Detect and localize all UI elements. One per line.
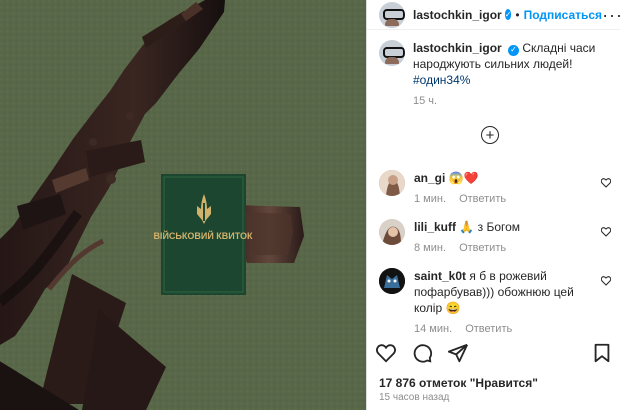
commenter-avatar-art — [379, 268, 405, 294]
comment-body: saint_k0t я б в рожевий пофарбував))) об… — [414, 268, 604, 337]
post-caption: lastochkin_igor ✓ Складні часи народжуют… — [367, 30, 620, 109]
instagram-post: ВІЙСЬКОВИЙ КВИТОК lastochkin_igor ✓ • По… — [0, 0, 620, 410]
caption-hashtag[interactable]: #один34% — [413, 73, 470, 87]
document-icon[interactable]: ВІЙСЬКОВИЙ КВИТОК — [153, 174, 253, 295]
comment-time: 14 мин. — [414, 323, 453, 335]
comment-item: an_gi 😱❤️ 1 мин. Ответить — [379, 170, 611, 207]
bookmark-icon[interactable] — [591, 342, 613, 364]
follow-button[interactable]: Подписаться — [524, 8, 602, 22]
comment-meta: 14 мин. Ответить — [414, 321, 604, 337]
post-photo[interactable]: ВІЙСЬКОВИЙ КВИТОК — [0, 0, 366, 410]
verified-icon: ✓ — [504, 9, 512, 20]
comment-meta: 1 мин. Ответить — [414, 191, 604, 207]
caption-verified-icon: ✓ — [508, 44, 520, 56]
comment-heart-icon[interactable] — [601, 276, 611, 286]
military-id-title: ВІЙСЬКОВИЙ КВИТОК — [153, 230, 253, 241]
heart-icon[interactable] — [375, 342, 397, 364]
share-icon[interactable] — [447, 342, 469, 364]
comment-body: an_gi 😱❤️ 1 мин. Ответить — [414, 170, 604, 207]
plus-circle-icon[interactable]: + — [481, 126, 499, 144]
commenter-avatar[interactable] — [379, 219, 405, 245]
caption-text-block: lastochkin_igor ✓ Складні часи народжуют… — [413, 40, 608, 109]
comment-meta: 8 мин. Ответить — [414, 240, 604, 256]
separator-dot: • — [515, 7, 520, 22]
reply-button[interactable]: Ответить — [459, 242, 506, 254]
commenter-avatar[interactable] — [379, 170, 405, 196]
caption-username[interactable]: lastochkin_igor — [413, 41, 502, 55]
comment-username[interactable]: an_gi — [414, 171, 445, 185]
likes-count[interactable]: 17 876 отметок "Нравится" — [379, 376, 538, 390]
caption-avatar[interactable] — [379, 40, 405, 66]
comment-username[interactable]: saint_k0t — [414, 269, 466, 283]
photo-illustration: ВІЙСЬКОВИЙ КВИТОК — [0, 0, 366, 410]
comment-heart-icon[interactable] — [601, 178, 611, 188]
posted-time: 15 часов назад — [379, 392, 450, 403]
comment-text: 😱❤️ — [448, 171, 479, 185]
post-actions-bar — [375, 342, 613, 364]
comment-icon[interactable] — [411, 342, 433, 364]
more-icon[interactable]: ··· — [602, 6, 620, 24]
comment-text: 🙏 з Богом — [459, 220, 521, 234]
comment-item: lili_kuff 🙏 з Богом 8 мин. Ответить — [379, 219, 611, 256]
post-header: lastochkin_igor ✓ • Подписаться ··· — [367, 0, 620, 30]
comment-heart-icon[interactable] — [601, 227, 611, 237]
comment-body: lili_kuff 🙏 з Богом 8 мин. Ответить — [414, 219, 604, 256]
commenter-avatar-art — [379, 170, 405, 196]
commenter-avatar[interactable] — [379, 268, 405, 294]
comment-time: 8 мин. — [414, 242, 447, 254]
author-username[interactable]: lastochkin_igor — [413, 8, 502, 22]
comment-item: saint_k0t я б в рожевий пофарбував))) об… — [379, 268, 611, 337]
comment-username[interactable]: lili_kuff — [414, 220, 456, 234]
post-side-panel: lastochkin_igor ✓ • Подписаться ··· last… — [366, 0, 620, 410]
caption-time: 15 ч. — [413, 95, 438, 107]
commenter-avatar-art — [379, 219, 405, 245]
author-avatar[interactable] — [379, 1, 405, 28]
reply-button[interactable]: Ответить — [465, 323, 512, 335]
comment-time: 1 мин. — [414, 193, 447, 205]
reply-button[interactable]: Ответить — [459, 193, 506, 205]
